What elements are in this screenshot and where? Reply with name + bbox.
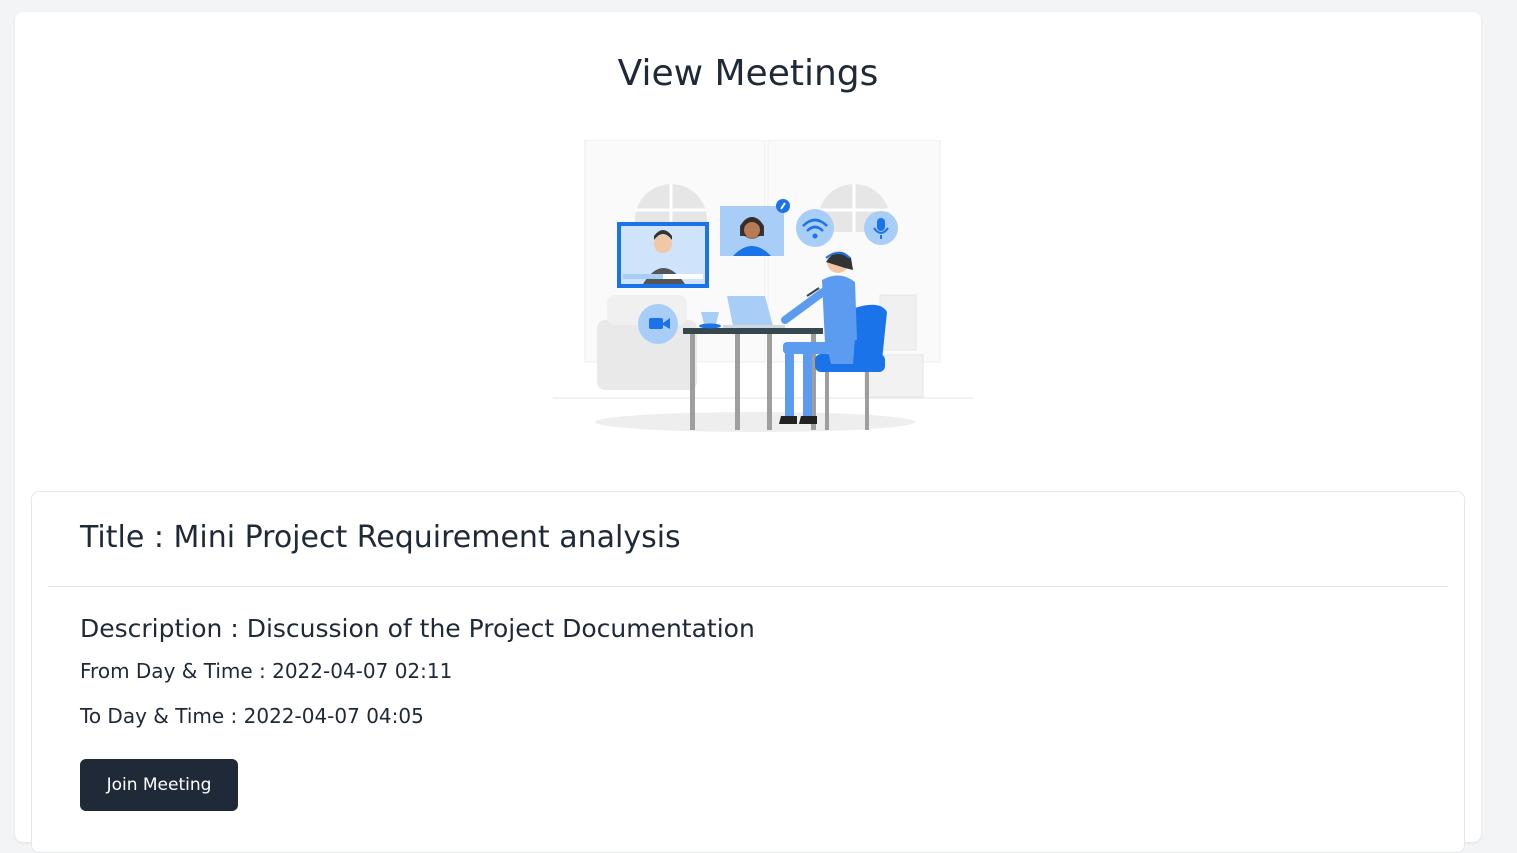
microphone-icon <box>864 211 898 245</box>
video-camera-icon <box>638 304 678 344</box>
main-panel: View Meetings Title: Mini Project Requi… <box>15 12 1481 853</box>
video-call-frame <box>617 222 709 288</box>
meeting-title: Title : Mini Project Requirement analysi… <box>80 520 681 555</box>
meeting-card: Title : Mini Project Requirement analysi… <box>31 491 1465 853</box>
meeting-from-time: From Day & Time : 2022-04-07 02:11 <box>80 659 453 683</box>
card-divider <box>48 586 1448 587</box>
page-title: View Meetings <box>617 53 879 94</box>
video-meeting-illustration <box>553 140 973 432</box>
join-meeting-button[interactable]: Join Meeting <box>80 759 238 811</box>
wifi-icon <box>796 209 834 247</box>
meeting-description: Description : Discussion of the Project … <box>80 614 755 643</box>
meeting-to-time: To Day & Time : 2022-04-07 04:05 <box>80 704 424 728</box>
participant-avatar <box>720 199 790 256</box>
